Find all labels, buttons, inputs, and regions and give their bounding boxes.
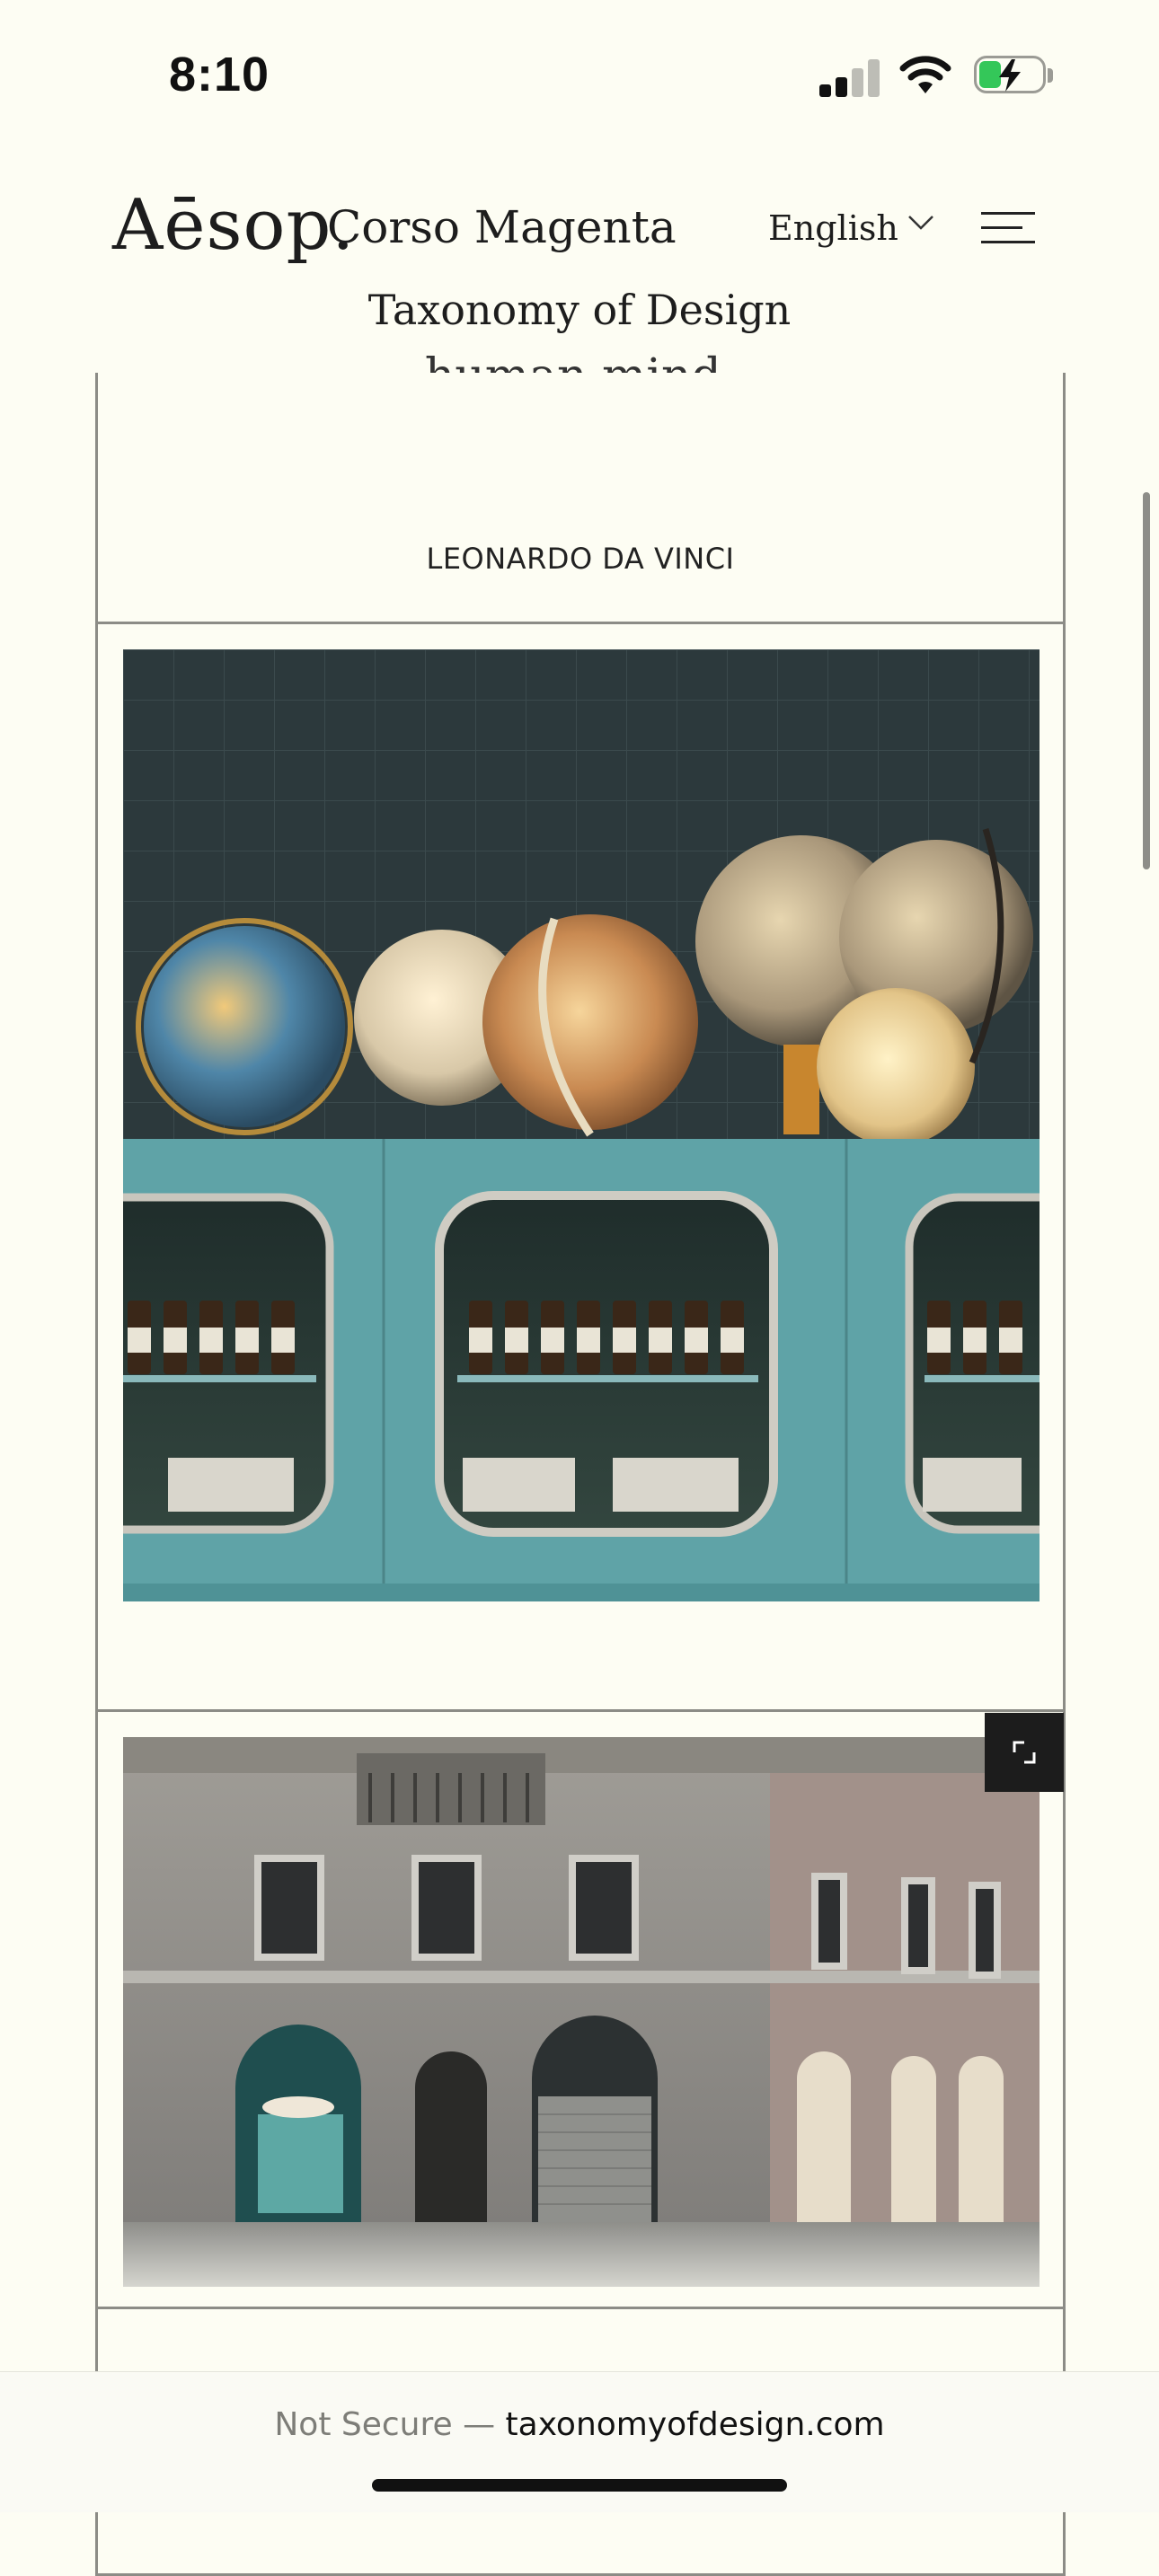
home-indicator[interactable]: [372, 2479, 787, 2492]
aesop-logo[interactable]: Aēsop.: [112, 190, 355, 260]
domain-label: taxonomyofdesign.com: [505, 2406, 885, 2443]
language-selector[interactable]: English: [768, 208, 898, 248]
cellular-signal-icon: [819, 57, 884, 97]
hamburger-menu-icon[interactable]: [981, 210, 1039, 246]
store-facade-photo[interactable]: [123, 1737, 1040, 2287]
url-text[interactable]: Not Secure — taxonomyofdesign.com: [0, 2406, 1159, 2443]
globes-cabinet-photo[interactable]: [123, 649, 1040, 1601]
chevron-down-icon[interactable]: [907, 214, 934, 232]
image-panel-facade: [95, 1709, 1066, 2309]
quote-text-fragment: human mind.: [98, 340, 1063, 373]
expand-icon: [1013, 1741, 1036, 1764]
wifi-icon: [899, 56, 951, 93]
not-secure-label: Not Secure —: [274, 2406, 496, 2443]
store-name: Corso Magenta: [327, 201, 677, 253]
image-panel-globes: [95, 622, 1066, 1712]
quote-author: LEONARDO DA VINCI: [426, 542, 735, 576]
expand-image-button[interactable]: [985, 1713, 1064, 1792]
battery-charging-icon: [974, 56, 1055, 95]
quote-panel: human mind. LEONARDO DA VINCI: [95, 349, 1066, 624]
page-scrollbar[interactable]: [1143, 492, 1150, 869]
page-subtitle: Taxonomy of Design: [367, 286, 792, 334]
status-time: 8:10: [169, 48, 270, 101]
status-bar: 8:10: [0, 0, 1159, 153]
